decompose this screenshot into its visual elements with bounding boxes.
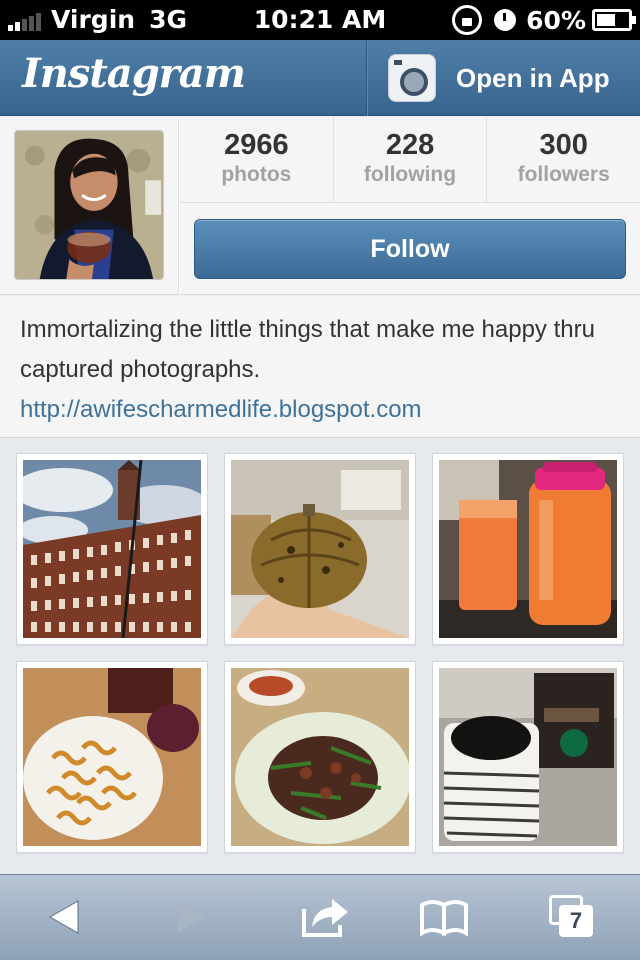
camera-icon xyxy=(388,54,436,102)
building-photo xyxy=(23,460,201,638)
avatar-image xyxy=(15,131,163,279)
stir-fry-photo xyxy=(231,668,409,846)
photo-grid xyxy=(0,439,640,874)
browser-toolbar: 7 xyxy=(0,874,640,960)
status-bar: Virgin 3G 10:21 AM 60% xyxy=(0,0,640,40)
stat-following-label: following xyxy=(363,163,457,186)
follow-button[interactable]: Follow xyxy=(194,219,626,279)
open-in-app-label: Open in App xyxy=(456,62,610,93)
status-right: 60% xyxy=(452,5,636,35)
profile-stats: 2966 photos 228 following 300 followers xyxy=(180,117,640,203)
photo-tile-curly-fries[interactable] xyxy=(16,661,208,853)
battery-percent: 60% xyxy=(526,5,586,35)
tabs-count: 7 xyxy=(559,905,593,937)
forward-icon xyxy=(178,901,206,933)
screen: Virgin 3G 10:21 AM 60% Instagram Open in… xyxy=(0,0,640,960)
back-icon xyxy=(48,900,79,934)
photo-tile-coffee[interactable] xyxy=(432,661,624,853)
photo-tile-pumpkin[interactable] xyxy=(224,453,416,645)
stat-followers-value: 300 xyxy=(539,129,588,161)
battery-icon xyxy=(592,9,636,31)
header-divider xyxy=(366,40,368,116)
share-icon xyxy=(302,899,348,937)
forward-button[interactable] xyxy=(162,889,222,945)
stat-followers[interactable]: 300 followers xyxy=(487,117,640,202)
stat-photos-value: 2966 xyxy=(224,129,289,161)
stat-photos[interactable]: 2966 photos xyxy=(180,117,334,202)
juice-photo xyxy=(439,460,617,638)
alarm-icon xyxy=(494,9,517,31)
back-button[interactable] xyxy=(34,889,94,945)
rotation-lock-icon xyxy=(452,5,483,35)
stat-following[interactable]: 228 following xyxy=(334,117,488,202)
stat-followers-label: followers xyxy=(517,163,610,186)
profile-bio: Immortalizing the little things that mak… xyxy=(0,296,640,438)
coffee-photo xyxy=(439,668,617,846)
bookmarks-icon xyxy=(420,900,468,937)
open-in-app-button[interactable]: Open in App xyxy=(370,40,640,116)
stat-following-value: 228 xyxy=(385,129,435,161)
share-button[interactable] xyxy=(294,889,354,945)
tabs-button[interactable]: 7 xyxy=(542,889,602,945)
tabs-icon: 7 xyxy=(549,895,595,939)
photo-tile-building[interactable] xyxy=(16,453,208,645)
stat-photos-label: photos xyxy=(221,163,292,186)
bookmarks-button[interactable] xyxy=(414,889,474,945)
photo-tile-stir-fry[interactable] xyxy=(224,661,416,853)
bio-link[interactable]: http://awifescharmedlife.blogspot.com xyxy=(20,390,620,430)
photo-tile-juice[interactable] xyxy=(432,453,624,645)
avatar[interactable] xyxy=(14,130,164,280)
profile-header: 2966 photos 228 following 300 followers … xyxy=(0,117,640,295)
app-header: Instagram Open in App xyxy=(0,40,640,116)
pumpkin-photo xyxy=(231,460,409,638)
curly-fries-photo xyxy=(23,668,201,846)
instagram-logo[interactable]: Instagram xyxy=(22,50,246,97)
bio-text: Immortalizing the little things that mak… xyxy=(20,316,595,383)
